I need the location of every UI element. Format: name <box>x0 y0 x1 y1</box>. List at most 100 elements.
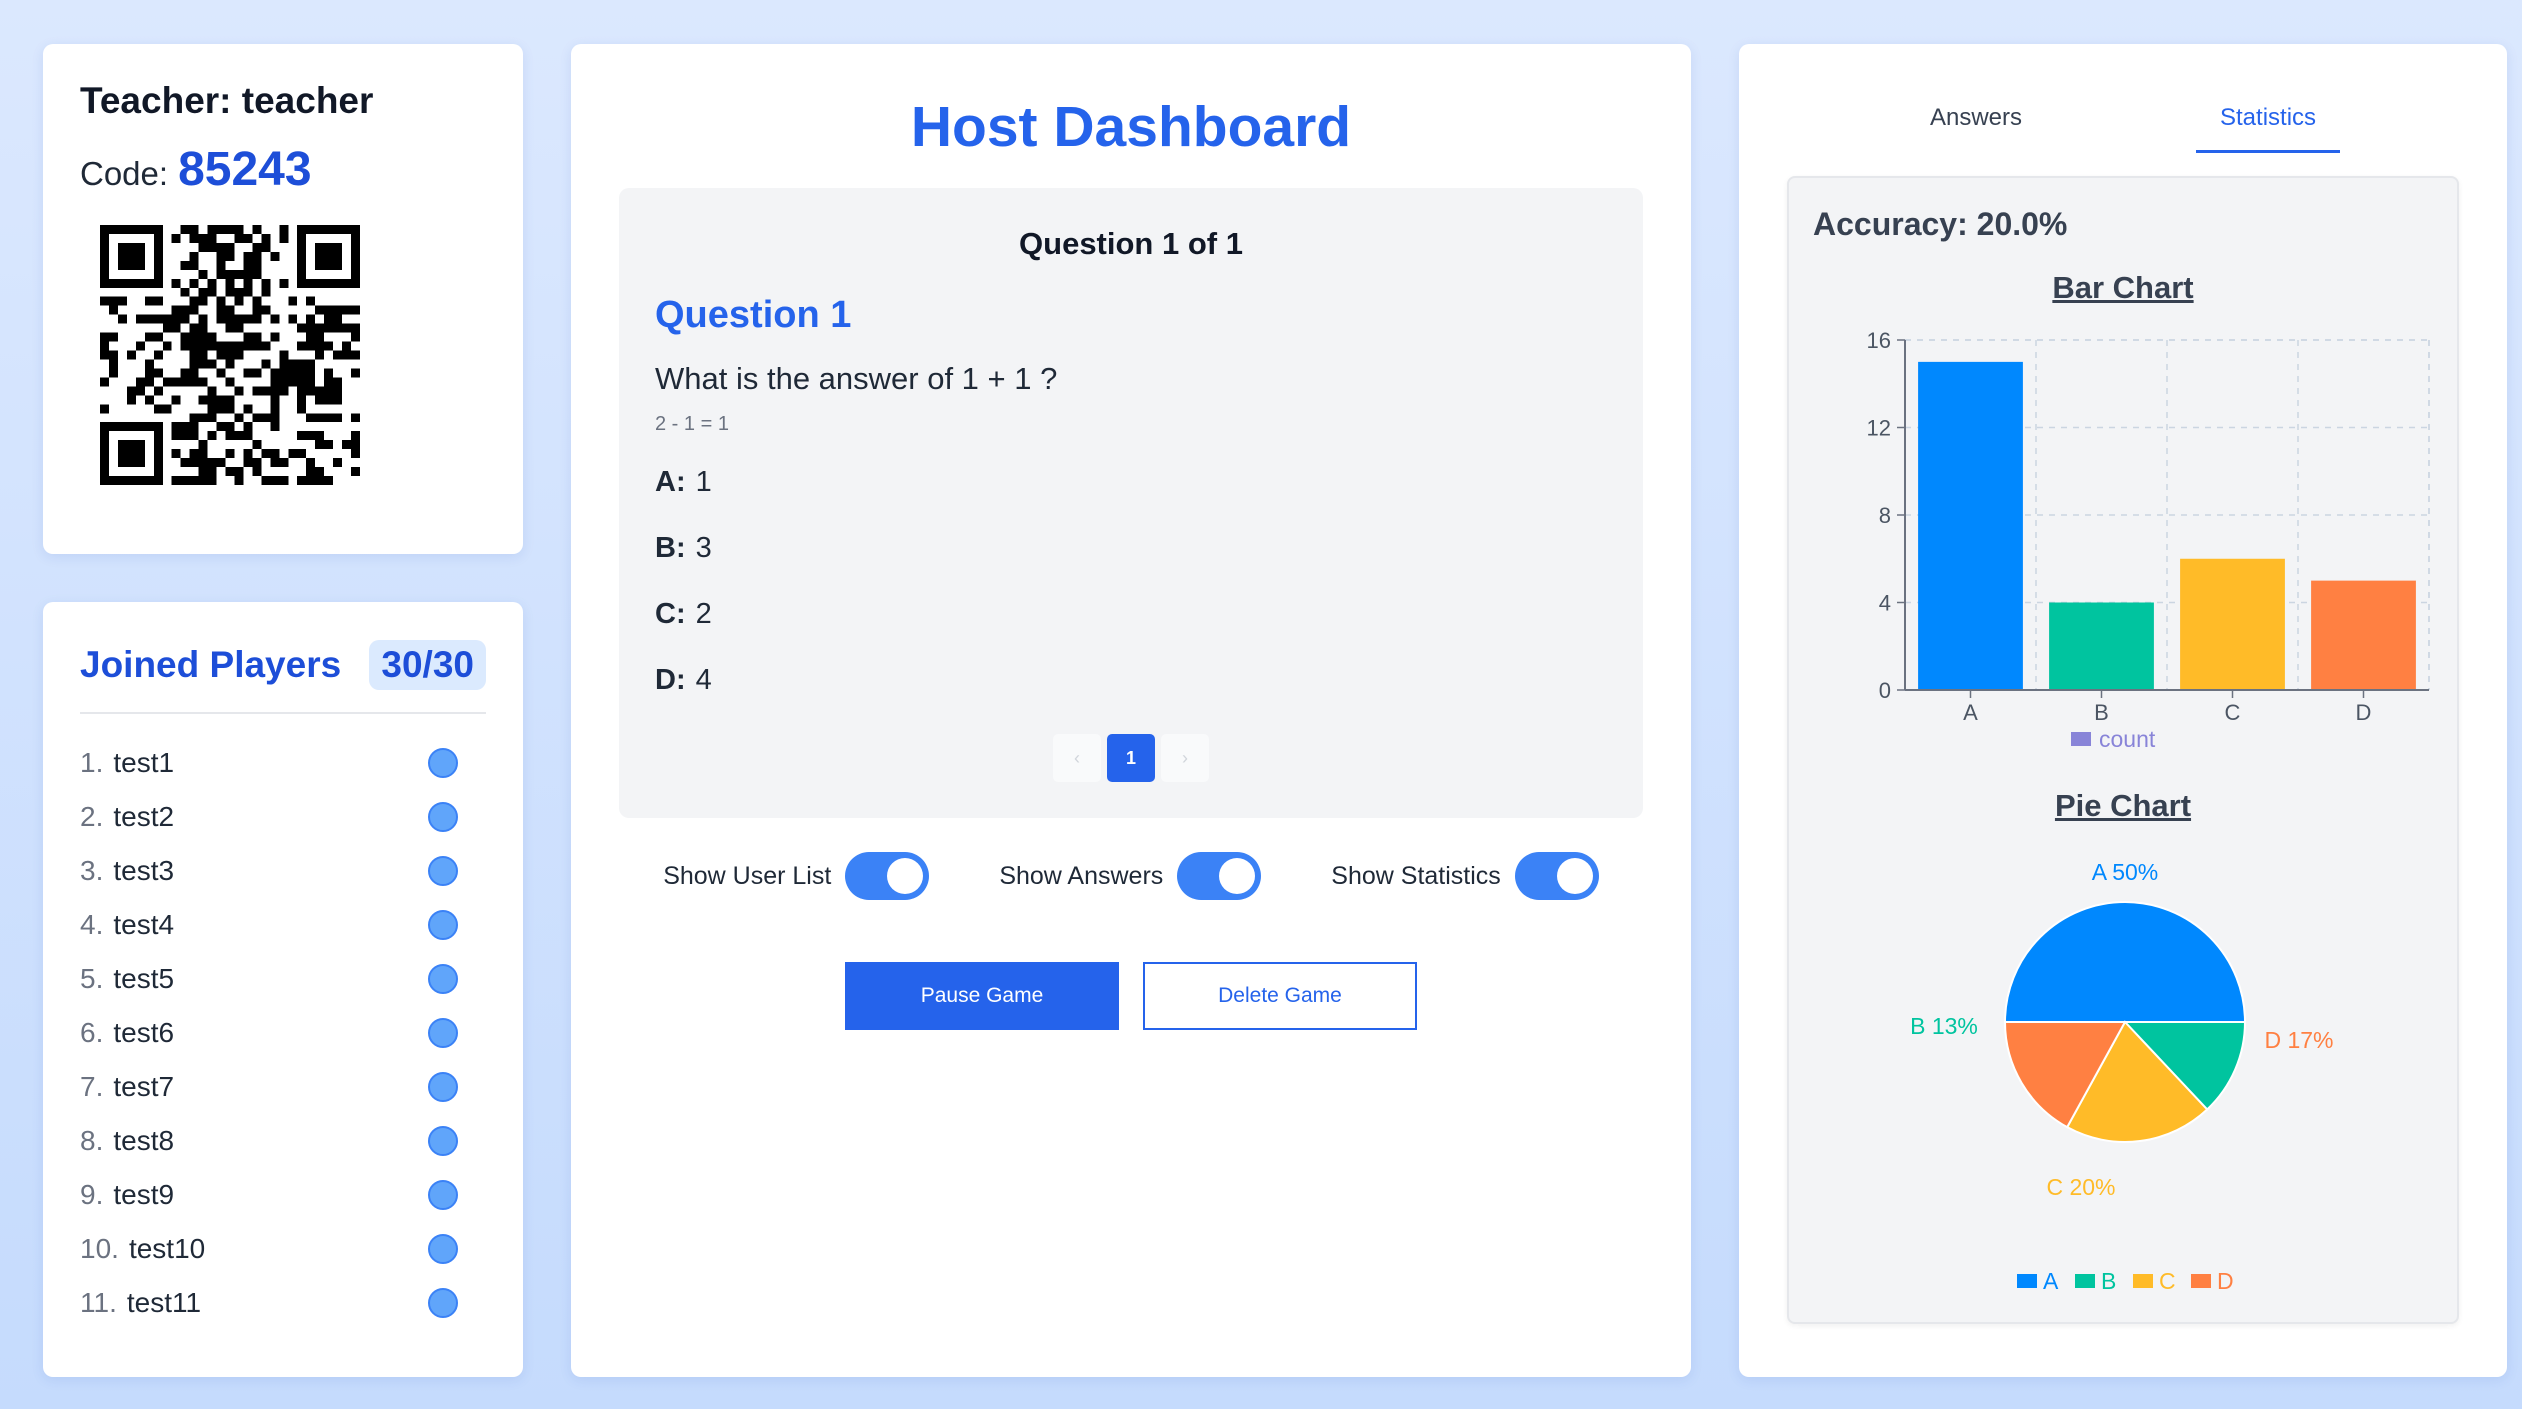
qr-module <box>126 458 136 468</box>
qr-module <box>153 233 163 243</box>
qr-module <box>306 314 316 324</box>
tab-answers[interactable]: Answers <box>1906 104 2046 153</box>
delete-game-button[interactable]: Delete Game <box>1143 962 1417 1030</box>
qr-module <box>324 260 334 270</box>
pause-game-button[interactable]: Pause Game <box>845 962 1119 1030</box>
teacher-heading: Teacher: teacher <box>80 80 486 122</box>
toggle-switch[interactable] <box>845 852 930 900</box>
qr-module <box>324 413 334 423</box>
qr-module <box>126 422 136 432</box>
player-row[interactable]: 7. test7 <box>80 1060 486 1114</box>
pagination: ‹ 1 › <box>619 734 1643 782</box>
qr-module <box>279 359 289 369</box>
qr-module <box>324 368 334 378</box>
player-row[interactable]: 5. test5 <box>80 952 486 1006</box>
tab-statistics[interactable]: Statistics <box>2196 104 2341 153</box>
player-row[interactable]: 6. test6 <box>80 1006 486 1060</box>
player-row[interactable]: 9. test9 <box>80 1168 486 1222</box>
y-tick-label: 8 <box>1879 503 1891 528</box>
qr-module <box>261 476 271 485</box>
qr-module <box>189 413 199 423</box>
qr-module <box>189 332 199 342</box>
player-row[interactable]: 8. test8 <box>80 1114 486 1168</box>
qr-module <box>324 305 334 315</box>
page-1-button[interactable]: 1 <box>1107 734 1155 782</box>
bar-a[interactable] <box>1918 361 2023 690</box>
qr-module <box>243 341 253 351</box>
qr-module <box>216 368 226 378</box>
answer-option: B: 3 <box>655 532 1607 568</box>
pie-slice-a[interactable] <box>2003 901 2247 1023</box>
qr-module <box>153 449 163 459</box>
player-row[interactable]: 1. test1 <box>80 736 486 790</box>
qr-module <box>126 278 136 288</box>
qr-module <box>135 476 145 485</box>
player-row[interactable]: 2. test2 <box>80 790 486 844</box>
toggle-switch[interactable] <box>1514 852 1599 900</box>
display-toggles: Show User List Show Answers Show Statistic… <box>571 852 1691 900</box>
qr-module <box>189 251 199 261</box>
player-number: 6. <box>80 1017 104 1048</box>
accuracy-text: Accuracy: 20.0% <box>1813 206 2068 242</box>
qr-module <box>216 341 226 351</box>
player-name: test1 <box>113 747 175 778</box>
qr-module <box>117 314 127 324</box>
qr-module <box>297 251 307 261</box>
bar-b[interactable] <box>2049 602 2154 691</box>
bar-d[interactable] <box>2311 580 2416 690</box>
qr-module <box>279 350 289 360</box>
qr-module <box>180 458 190 468</box>
qr-module <box>216 269 226 279</box>
qr-module <box>207 332 217 342</box>
qr-module <box>261 242 271 252</box>
qr-module <box>207 287 217 297</box>
qr-module <box>243 368 253 378</box>
page-title: Host Dashboard <box>910 95 1352 159</box>
pie-slice-label: D 17% <box>2264 1027 2333 1053</box>
x-tick-label: B <box>2094 700 2109 725</box>
qr-module <box>216 458 226 468</box>
qr-module <box>306 278 316 288</box>
qr-module <box>189 350 199 360</box>
player-name: test5 <box>113 963 175 994</box>
qr-module <box>189 422 199 432</box>
qr-module <box>135 278 145 288</box>
page-next-button[interactable]: › <box>1161 734 1209 782</box>
qr-module <box>144 422 154 432</box>
qr-module <box>189 305 199 315</box>
qr-module <box>180 377 190 387</box>
qr-module <box>126 440 136 450</box>
bar-c[interactable] <box>2180 558 2285 690</box>
qr-module <box>216 225 226 234</box>
x-tick-label: D <box>2356 700 2372 725</box>
player-row[interactable]: 4. test4 <box>80 898 486 952</box>
qr-module <box>216 296 226 306</box>
player-row[interactable]: 10. test10 <box>80 1222 486 1276</box>
toggle-switch[interactable] <box>1177 852 1262 900</box>
toggle-label: Show User List <box>663 861 832 890</box>
players-count-badge: 30/30 <box>369 640 486 690</box>
player-row[interactable]: 3. test3 <box>80 844 486 898</box>
qr-module <box>100 260 109 270</box>
qr-module <box>306 413 316 423</box>
option-text: 3 <box>695 532 712 564</box>
player-row[interactable]: 11. test11 <box>80 1276 486 1330</box>
game-code-value: 85243 <box>178 143 312 196</box>
player-list[interactable]: 1. test1 2. test2 3. test3 4. test4 5. test5 6. tes… <box>80 736 486 1340</box>
legend-label-a: A <box>2043 1268 2059 1294</box>
page-prev-button[interactable]: ‹ <box>1053 734 1101 782</box>
qr-module <box>100 296 109 306</box>
qr-module <box>333 260 343 270</box>
qr-module <box>207 233 217 243</box>
qr-module <box>108 359 118 369</box>
qr-module <box>297 377 307 387</box>
qr-module <box>270 251 280 261</box>
qr-module <box>153 278 163 288</box>
qr-module <box>216 242 226 252</box>
qr-module <box>351 278 360 288</box>
qr-module <box>126 449 136 459</box>
player-status-dot <box>428 1126 458 1156</box>
game-code-label: Code: <box>80 155 169 192</box>
player-row[interactable]: 12.test12 <box>80 1330 486 1340</box>
stats-tabs: Answers Statistics <box>1739 104 2507 153</box>
